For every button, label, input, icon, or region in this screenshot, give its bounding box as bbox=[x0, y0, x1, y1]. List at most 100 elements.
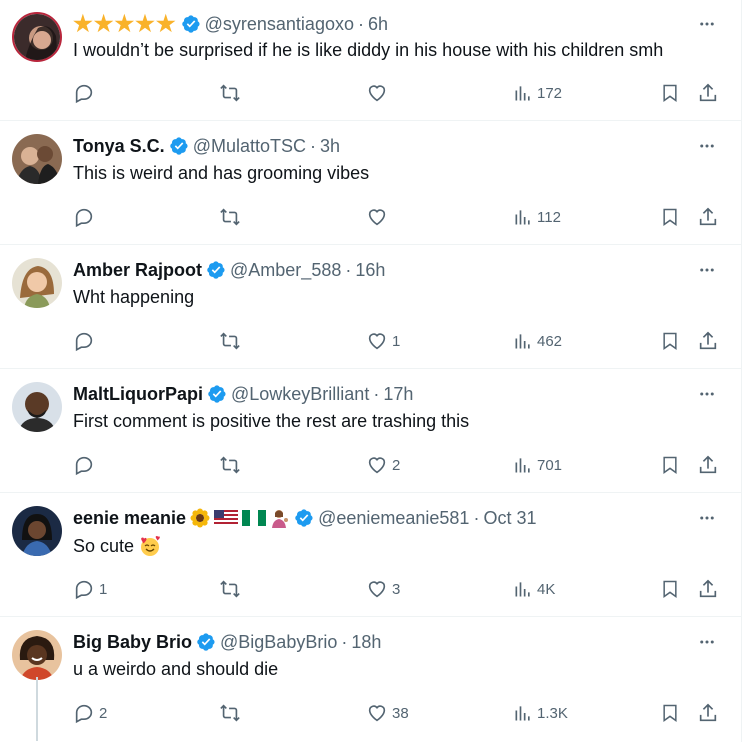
tweet[interactable]: Amber Rajpoot @Amber_588 · 16h Wht happe… bbox=[0, 245, 741, 369]
timestamp[interactable]: Oct 31 bbox=[483, 508, 536, 529]
more-options-icon[interactable] bbox=[695, 630, 719, 654]
reply-button[interactable] bbox=[73, 81, 99, 105]
share-icon bbox=[699, 331, 717, 350]
tweet[interactable]: MaltLiquorPapi @LowkeyBrilliant · 17h Fi… bbox=[0, 369, 741, 493]
repost-button[interactable] bbox=[218, 701, 242, 725]
bookmark-button[interactable] bbox=[660, 329, 680, 353]
timestamp[interactable]: 3h bbox=[320, 136, 340, 157]
verified-badge-icon bbox=[181, 14, 201, 34]
like-button[interactable]: 38 bbox=[366, 701, 409, 725]
verified-badge-icon bbox=[169, 136, 189, 156]
reply-icon bbox=[75, 704, 93, 724]
avatar[interactable] bbox=[12, 506, 62, 556]
more-options-icon[interactable] bbox=[695, 258, 719, 282]
tweet[interactable]: Big Baby Brio @BigBabyBrio · 18h u a wei… bbox=[0, 617, 741, 741]
tweet-text: This is weird and has grooming vibes bbox=[73, 163, 370, 183]
display-name[interactable]: eenie meanie bbox=[73, 508, 186, 529]
avatar[interactable] bbox=[12, 258, 62, 308]
reply-icon bbox=[75, 456, 93, 476]
timestamp[interactable]: 18h bbox=[351, 632, 381, 653]
avatar[interactable] bbox=[12, 630, 62, 680]
views-button[interactable]: 112 bbox=[513, 205, 561, 229]
tweet[interactable]: Tonya S.C. @MulattoTSC · 3h This is weir… bbox=[0, 121, 741, 245]
reply-icon bbox=[75, 208, 93, 228]
display-name[interactable]: Tonya S.C. bbox=[73, 136, 165, 157]
share-button[interactable] bbox=[697, 701, 719, 725]
views-button[interactable]: 701 bbox=[513, 453, 562, 477]
tweet-header: MaltLiquorPapi @LowkeyBrilliant · 17h bbox=[73, 382, 413, 406]
more-options-icon[interactable] bbox=[695, 12, 719, 36]
share-button[interactable] bbox=[697, 205, 719, 229]
views-button[interactable]: 462 bbox=[513, 329, 562, 353]
like-button[interactable] bbox=[366, 81, 392, 105]
heart-icon bbox=[368, 209, 386, 226]
tweet[interactable]: ★★★★★ @syrensantiagoxo · 6h I wouldn’t b… bbox=[0, 0, 741, 121]
handle[interactable]: @syrensantiagoxo bbox=[205, 14, 354, 35]
more-options-icon[interactable] bbox=[695, 506, 719, 530]
share-icon bbox=[699, 455, 717, 474]
reply-button[interactable]: 2 bbox=[73, 701, 107, 725]
like-button[interactable]: 2 bbox=[366, 453, 400, 477]
share-icon bbox=[699, 579, 717, 598]
display-name[interactable]: MaltLiquorPapi bbox=[73, 384, 203, 405]
repost-icon bbox=[220, 704, 240, 722]
like-button[interactable]: 3 bbox=[366, 577, 400, 601]
handle[interactable]: @MulattoTSC bbox=[193, 136, 306, 157]
timestamp[interactable]: 17h bbox=[383, 384, 413, 405]
repost-button[interactable] bbox=[218, 205, 242, 229]
handle[interactable]: @eeniemeanie581 bbox=[318, 508, 469, 529]
reply-button[interactable] bbox=[73, 205, 99, 229]
views-button[interactable]: 172 bbox=[513, 81, 562, 105]
separator-dot: · bbox=[373, 383, 380, 404]
separator-dot: · bbox=[310, 135, 316, 156]
share-button[interactable] bbox=[697, 329, 719, 353]
handle[interactable]: @Amber_588 bbox=[230, 260, 341, 281]
verified-badge-icon bbox=[196, 632, 216, 652]
display-name[interactable]: Amber Rajpoot bbox=[73, 260, 202, 281]
repost-button[interactable] bbox=[218, 329, 242, 353]
separator-dot: · bbox=[341, 631, 348, 652]
bookmark-button[interactable] bbox=[660, 205, 680, 229]
share-button[interactable] bbox=[697, 81, 719, 105]
tweet-header: ★★★★★ @syrensantiagoxo · 6h bbox=[73, 11, 388, 37]
like-button[interactable]: 1 bbox=[366, 329, 400, 353]
handle[interactable]: @BigBabyBrio bbox=[220, 632, 337, 653]
share-icon bbox=[699, 703, 717, 722]
tweet[interactable]: eenie meanie @eeniemeanie581 · Oct 31 So… bbox=[0, 493, 741, 617]
reply-button[interactable] bbox=[73, 329, 99, 353]
repost-icon bbox=[220, 456, 240, 474]
more-options-icon[interactable] bbox=[695, 382, 719, 406]
heart-icon bbox=[368, 457, 386, 474]
action-bar: 2 701 bbox=[73, 453, 719, 477]
views-button[interactable]: 1.3K bbox=[513, 701, 568, 725]
repost-icon bbox=[220, 580, 240, 598]
tweet-header: Amber Rajpoot @Amber_588 · 16h bbox=[73, 258, 385, 282]
heart-icon bbox=[368, 705, 386, 722]
like-button[interactable] bbox=[366, 205, 392, 229]
avatar[interactable] bbox=[12, 12, 62, 62]
bookmark-icon bbox=[663, 704, 677, 722]
display-name[interactable]: Big Baby Brio bbox=[73, 632, 192, 653]
bookmark-button[interactable] bbox=[660, 81, 680, 105]
repost-button[interactable] bbox=[218, 577, 242, 601]
handle[interactable]: @LowkeyBrilliant bbox=[231, 384, 369, 405]
avatar[interactable] bbox=[12, 382, 62, 432]
more-options-icon[interactable] bbox=[695, 134, 719, 158]
views-button[interactable]: 4K bbox=[513, 577, 555, 601]
bookmark-button[interactable] bbox=[660, 577, 680, 601]
timestamp[interactable]: 6h bbox=[368, 14, 388, 35]
repost-button[interactable] bbox=[218, 453, 242, 477]
share-button[interactable] bbox=[697, 577, 719, 601]
tweet-text: I wouldn’t be surprised if he is like di… bbox=[73, 40, 664, 60]
tweet-header: Big Baby Brio @BigBabyBrio · 18h bbox=[73, 630, 381, 654]
reply-button[interactable]: 1 bbox=[73, 577, 107, 601]
reply-button[interactable] bbox=[73, 453, 99, 477]
smiling-face-with-hearts-icon bbox=[139, 535, 161, 557]
avatar[interactable] bbox=[12, 134, 62, 184]
share-button[interactable] bbox=[697, 453, 719, 477]
repost-button[interactable] bbox=[218, 81, 242, 105]
display-name-stars[interactable]: ★★★★★ bbox=[73, 11, 177, 37]
timestamp[interactable]: 16h bbox=[355, 260, 385, 281]
bookmark-button[interactable] bbox=[660, 701, 680, 725]
bookmark-button[interactable] bbox=[660, 453, 680, 477]
